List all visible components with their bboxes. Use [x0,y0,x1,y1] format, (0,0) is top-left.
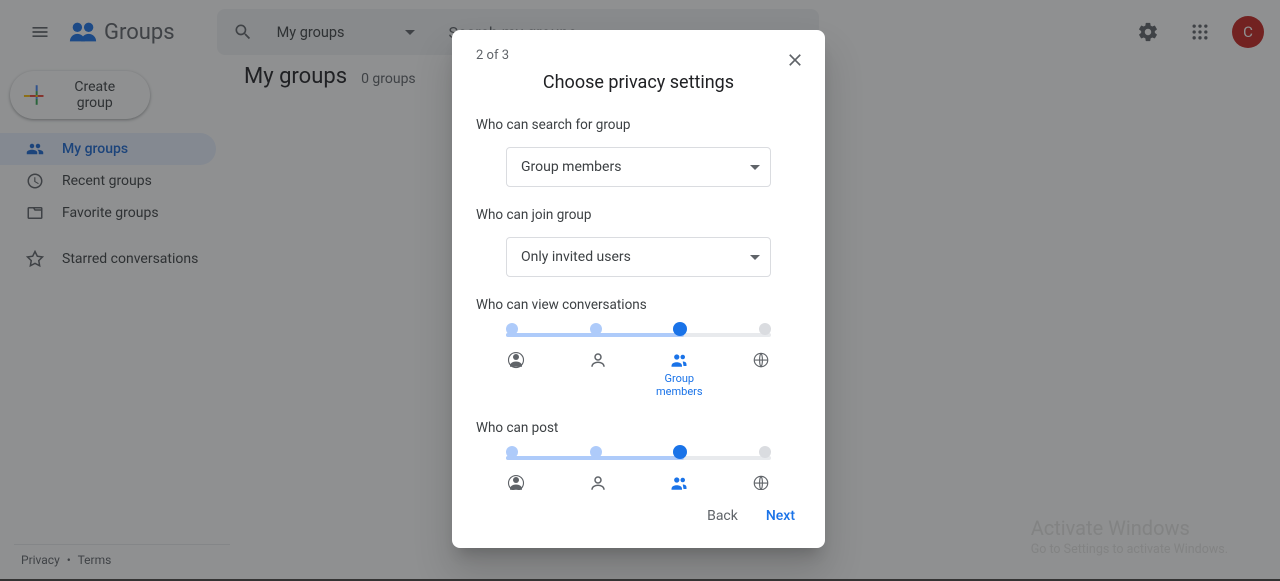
privacy-settings-dialog: 2 of 3 Choose privacy settings Who can s… [452,30,825,548]
slider-stop-members[interactable] [673,322,687,336]
slider-stop-managers[interactable] [590,446,602,458]
view-conversations-slider[interactable]: Group members [506,327,771,398]
view-conversations-label: Who can view conversations [476,297,801,313]
close-dialog-button[interactable] [779,44,811,76]
post-label: Who can post [476,420,801,436]
search-for-group-label: Who can search for group [476,117,801,133]
owner-icon [506,474,526,490]
select-value: Only invited users [521,249,631,265]
slider-stop-managers[interactable] [590,323,602,335]
members-icon: Group members [669,351,689,398]
slider-stop-owners[interactable] [506,446,518,458]
next-button[interactable]: Next [756,500,805,532]
slider-stop-members[interactable] [673,445,687,459]
dialog-title: Choose privacy settings [476,72,801,93]
close-icon [785,50,805,70]
post-slider[interactable]: Group members [506,450,771,490]
public-icon [751,351,771,398]
join-group-select[interactable]: Only invited users [506,237,771,277]
manager-icon [588,351,608,398]
dropdown-arrow-icon [750,255,760,260]
back-button[interactable]: Back [697,500,748,532]
slider-label: Group members [654,372,704,398]
slider-stop-anyone[interactable] [759,323,771,335]
search-for-group-select[interactable]: Group members [506,147,771,187]
dropdown-arrow-icon [750,165,760,170]
owner-icon [506,351,526,398]
public-icon [751,474,771,490]
slider-stop-owners[interactable] [506,323,518,335]
select-value: Group members [521,159,621,175]
join-group-label: Who can join group [476,207,801,223]
manager-icon [588,474,608,490]
slider-stop-anyone[interactable] [759,446,771,458]
members-icon: Group members [669,474,689,490]
step-indicator: 2 of 3 [476,48,801,63]
